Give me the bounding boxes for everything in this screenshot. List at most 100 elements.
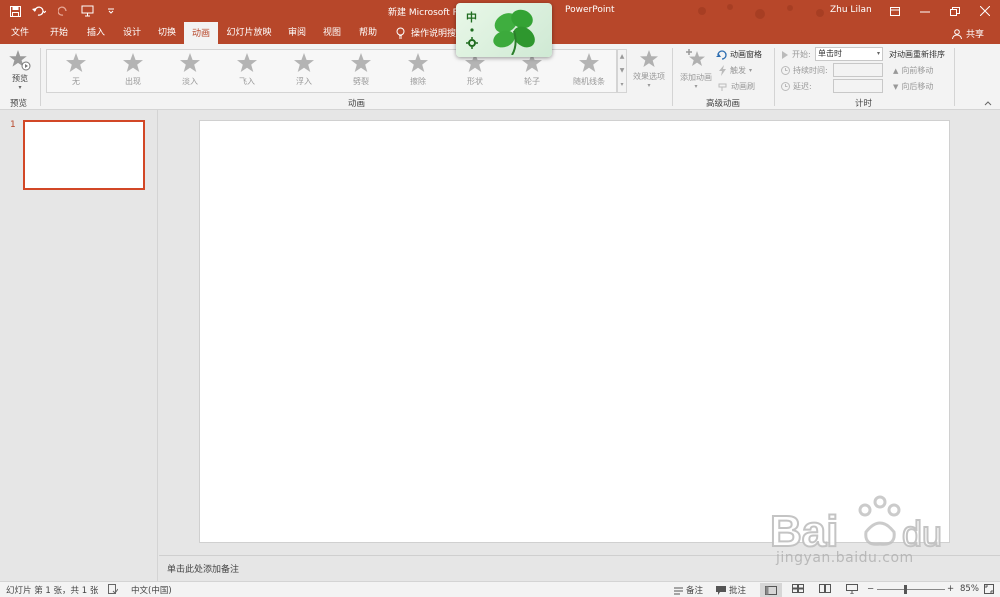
appear-star-icon (123, 53, 143, 72)
duration-field[interactable] (833, 63, 883, 77)
notes-placeholder: 单击此处添加备注 (167, 565, 240, 575)
watermark-url: jingyan.baidu.com (776, 550, 914, 566)
spell-check-icon[interactable] (108, 584, 118, 594)
tell-me-box[interactable]: 操作说明搜索 (396, 26, 465, 39)
start-from-beginning-icon[interactable] (78, 3, 96, 19)
effect-options-label: 效果选项 (633, 72, 665, 81)
delay-label: 延迟: (781, 81, 812, 92)
tab-review[interactable]: 审阅 (280, 22, 314, 44)
animation-random-bars[interactable]: 随机线条 (565, 52, 613, 87)
window-controls (880, 0, 1000, 22)
tab-transitions[interactable]: 切换 (150, 22, 184, 44)
slide-thumbnail-pane: 1 (0, 110, 158, 581)
zoom-slider-thumb[interactable] (903, 585, 907, 594)
fit-to-window-icon[interactable] (984, 584, 994, 594)
reading-view-icon[interactable] (819, 584, 831, 593)
tab-slide-show[interactable]: 幻灯片放映 (220, 22, 278, 44)
customize-qat-icon[interactable] (102, 3, 120, 19)
random-bars-star-icon (579, 53, 599, 72)
trigger-button[interactable]: 触发 ▾ (718, 65, 752, 76)
slide-sorter-icon[interactable] (792, 584, 804, 593)
animation-label: 形状 (467, 77, 483, 86)
zoom-in-button[interactable]: + (947, 584, 954, 594)
collapse-ribbon-icon[interactable] (984, 99, 992, 108)
quick-access-toolbar (6, 3, 120, 19)
zoom-level[interactable]: 85% (960, 584, 979, 594)
add-animation-label: 添加动画 (680, 73, 712, 82)
tab-help[interactable]: 帮助 (350, 22, 386, 44)
ime-mode-label: 中 (466, 11, 477, 24)
normal-view-icon[interactable] (760, 583, 782, 597)
effect-options-star-icon (640, 50, 658, 67)
painter-icon (718, 83, 727, 91)
ribbon-display-options-icon[interactable] (880, 0, 910, 22)
group-label-timing: 计时 (855, 99, 873, 109)
fade-star-icon (180, 53, 200, 72)
zoom-slider[interactable] (877, 589, 945, 590)
animation-painter-button[interactable]: 动画刷 (718, 81, 755, 92)
start-dropdown[interactable]: 单击时 ▾ (815, 47, 883, 61)
minimize-icon[interactable] (910, 0, 940, 22)
user-name[interactable]: Zhu Lilan (830, 5, 872, 15)
window-title: 新建 Microsoft P (388, 8, 459, 18)
delay-field[interactable] (833, 79, 883, 93)
ime-widget[interactable]: 中 (456, 3, 552, 57)
clover-icon (493, 9, 535, 55)
slide-canvas[interactable] (199, 120, 950, 543)
zoom-out-button[interactable]: − (867, 584, 874, 594)
split-star-icon (351, 53, 371, 72)
tab-view[interactable]: 视图 (314, 22, 350, 44)
trigger-label: 触发 (730, 66, 746, 75)
animation-label: 飞入 (239, 77, 255, 86)
slide-thumbnail[interactable] (23, 120, 145, 190)
animation-split[interactable]: 劈裂 (337, 52, 385, 87)
slide-info: 幻灯片 第 1 张，共 1 张 (6, 586, 99, 596)
animation-none[interactable]: 无 (52, 52, 100, 87)
animation-label: 轮子 (524, 77, 540, 86)
animation-shape[interactable]: 形状 (451, 52, 499, 87)
animation-label: 淡入 (182, 77, 198, 86)
redo-icon[interactable] (54, 3, 72, 19)
animation-float-in[interactable]: 浮入 (280, 52, 328, 87)
animation-wipe[interactable]: 擦除 (394, 52, 442, 87)
preview-star-icon (9, 50, 31, 71)
dot-icon (470, 28, 474, 32)
language-status[interactable]: 中文(中国) (131, 584, 172, 596)
notes-icon (674, 587, 683, 594)
effect-options-button[interactable]: 效果选项 ▾ (630, 49, 668, 89)
preview-button[interactable]: 预览 ▾ (6, 49, 34, 91)
animation-pane-label: 动画窗格 (730, 50, 762, 59)
move-later-button[interactable]: ▼ 向后移动 (893, 81, 933, 92)
triangle-down-icon: ▼ (893, 82, 899, 91)
animation-appear[interactable]: 出现 (109, 52, 157, 87)
tab-design[interactable]: 设计 (114, 22, 150, 44)
restore-icon[interactable] (940, 0, 970, 22)
animation-wheel[interactable]: 轮子 (508, 52, 556, 87)
move-earlier-button[interactable]: ▲ 向前移动 (893, 65, 933, 76)
app-name: PowerPoint (565, 5, 615, 15)
gallery-scroll[interactable]: ▲ ▼ ▾ (617, 49, 627, 93)
add-animation-button[interactable]: 添加动画 ▾ (676, 48, 716, 90)
tab-file[interactable]: 文件 (0, 22, 40, 44)
animation-label: 出现 (125, 77, 141, 86)
svg-text:du: du (902, 513, 942, 554)
slideshow-view-icon[interactable] (846, 584, 858, 594)
animation-pane-icon (716, 50, 727, 60)
undo-icon[interactable] (30, 3, 48, 19)
save-icon[interactable] (6, 3, 24, 19)
tab-insert[interactable]: 插入 (78, 22, 114, 44)
tab-animations[interactable]: 动画 (184, 22, 218, 44)
tab-home[interactable]: 开始 (40, 22, 78, 44)
animation-fly-in[interactable]: 飞入 (223, 52, 271, 87)
share-label: 共享 (965, 30, 984, 40)
preview-label: 预览 (12, 74, 28, 83)
animation-fade[interactable]: 淡入 (166, 52, 214, 87)
animation-pane-button[interactable]: 动画窗格 (716, 49, 762, 60)
close-icon[interactable] (970, 0, 1000, 22)
share-button[interactable]: 共享 (951, 27, 984, 40)
start-value: 单击时 (818, 49, 842, 58)
notes-toggle-button[interactable]: 备注 (674, 584, 703, 596)
group-label-animations: 动画 (348, 99, 366, 109)
comments-toggle-button[interactable]: 批注 (716, 584, 746, 596)
settings-gear-icon[interactable] (466, 37, 478, 49)
